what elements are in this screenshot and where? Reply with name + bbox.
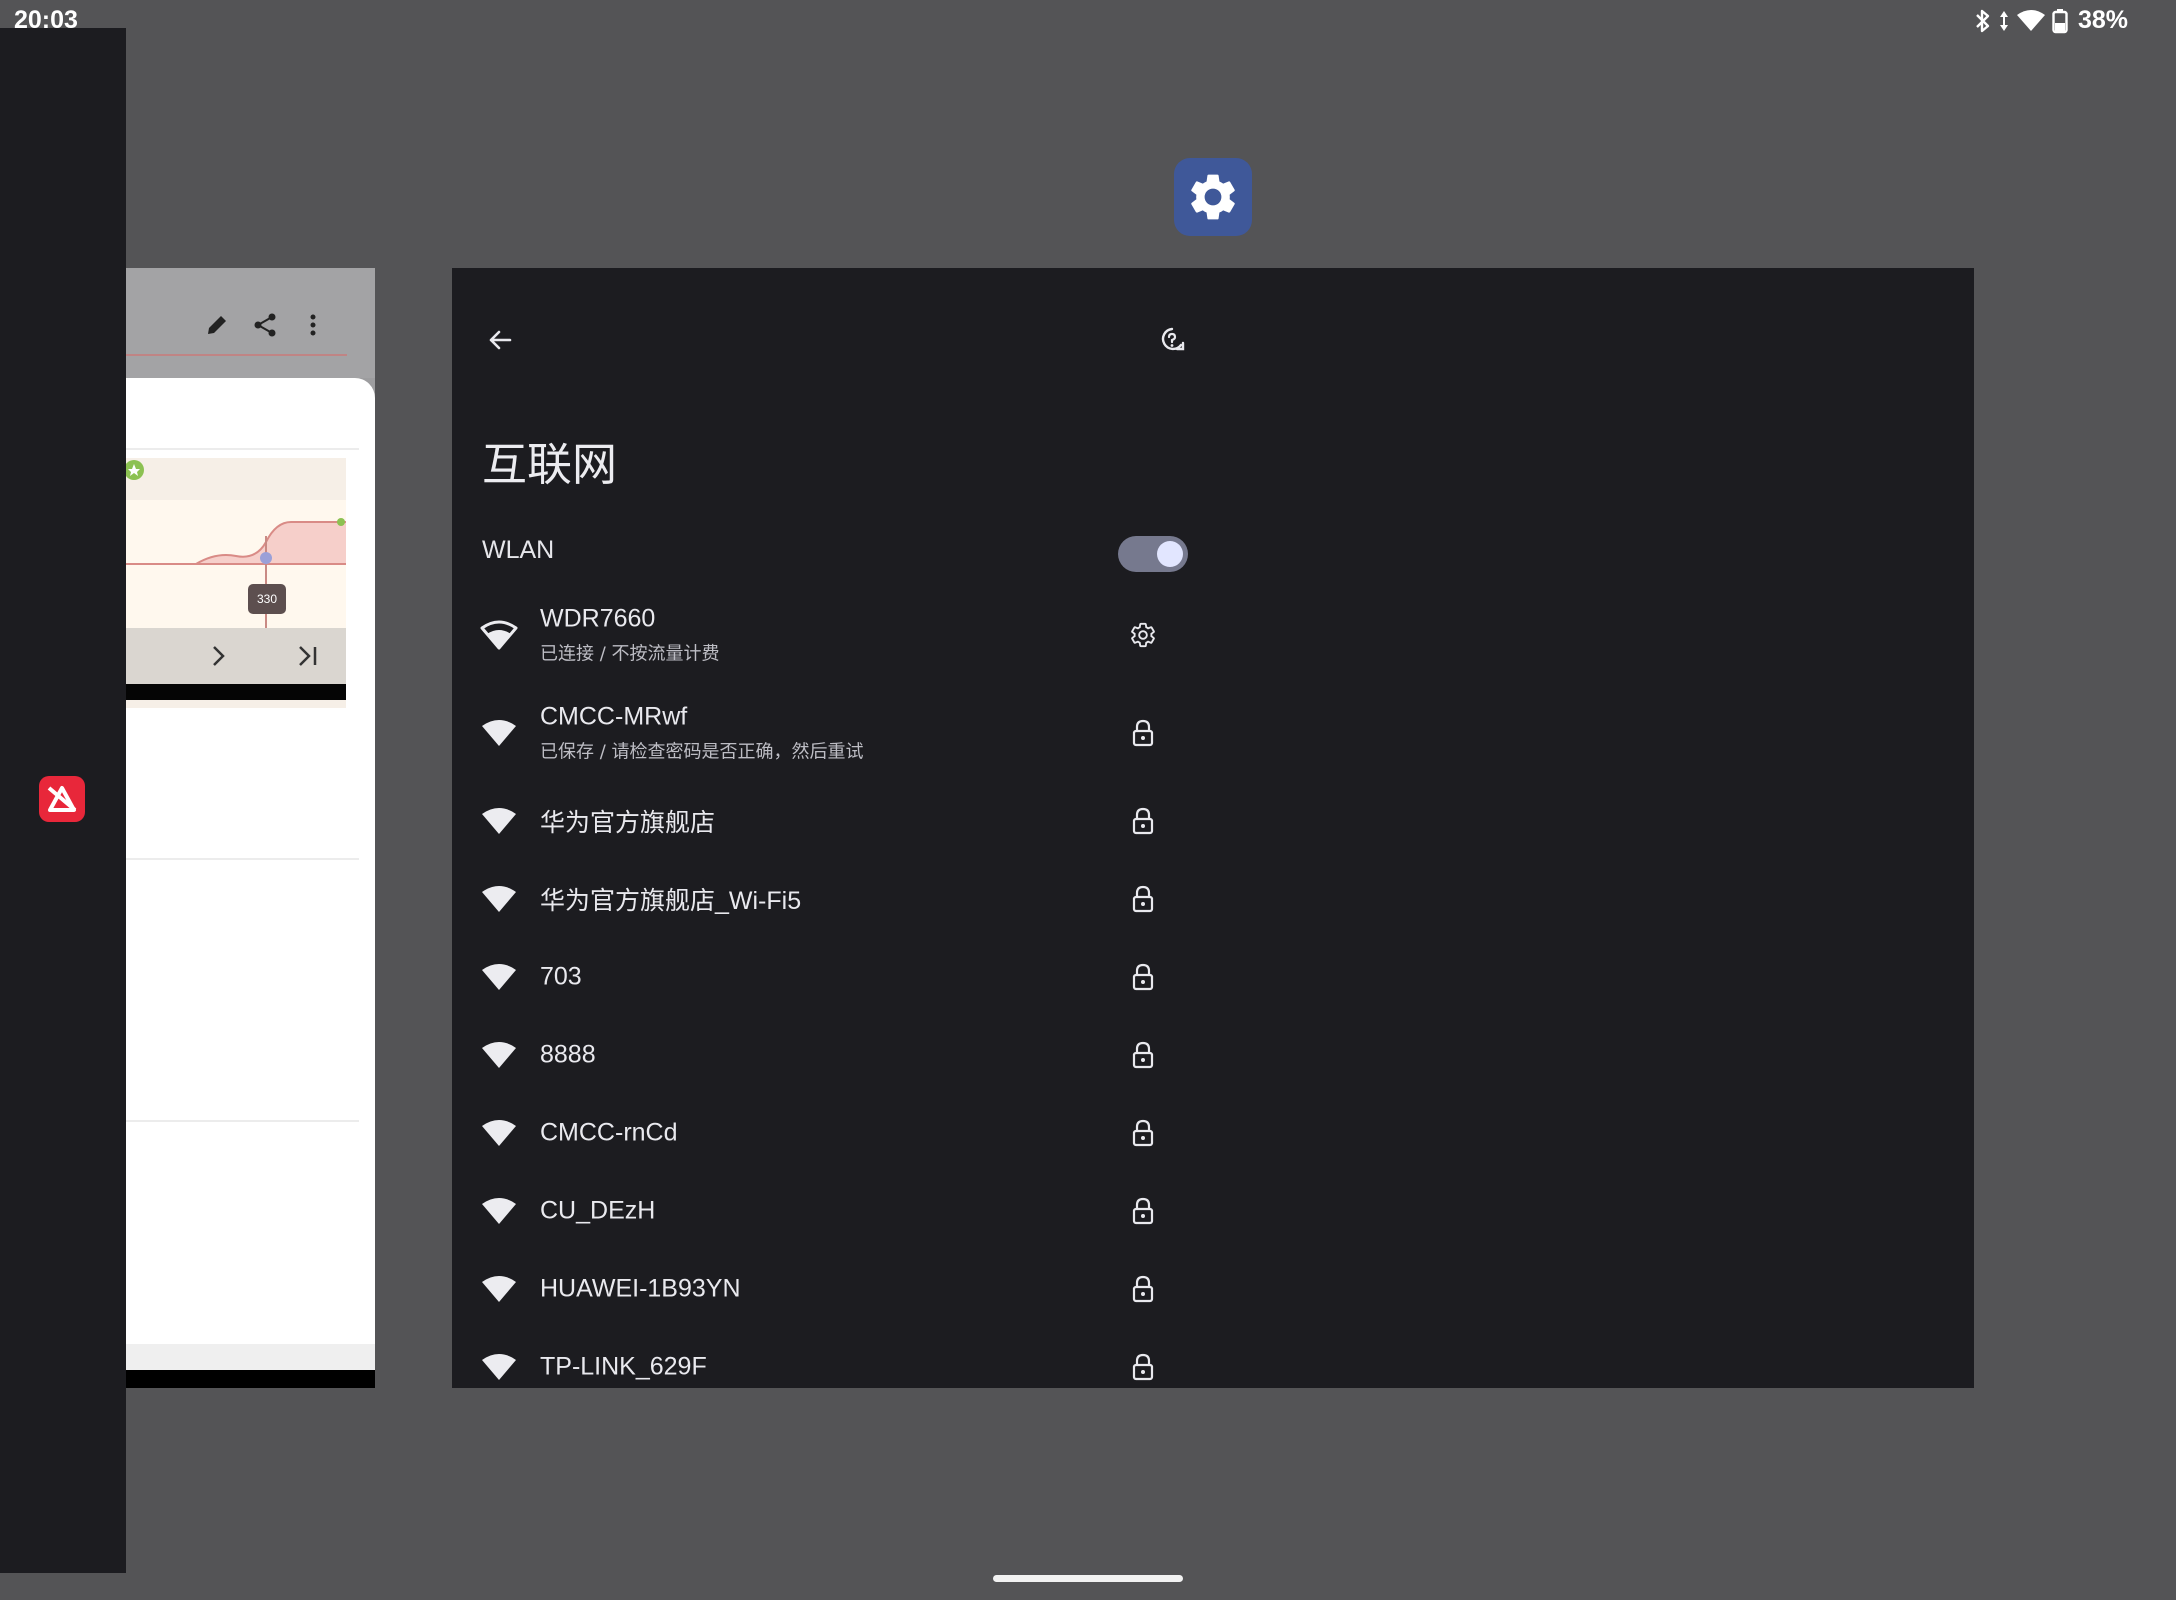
arrow-left-icon <box>489 330 512 350</box>
sheet-divider <box>126 1120 359 1122</box>
lock-icon <box>1128 1274 1158 1304</box>
network-item[interactable]: 8888 <box>452 1016 1212 1094</box>
network-name: 华为官方旗舰店 <box>540 809 716 837</box>
sheet-divider <box>126 448 359 450</box>
network-name: 703 <box>540 962 582 991</box>
card-nav-bar <box>126 1370 375 1388</box>
network-status: 已连接 / 不按流量计费 <box>540 643 720 665</box>
wifi-signal-icon <box>480 1195 518 1227</box>
settings-window: 互联网 WLAN WDR7660 已连接 / 不按流量计费 CMCC-MRwf … <box>452 268 1974 1388</box>
network-text: WDR7660 已连接 / 不按流量计费 <box>540 605 720 666</box>
back-button[interactable] <box>480 320 520 360</box>
lock-icon <box>1128 1040 1158 1070</box>
gesture-nav-bar[interactable] <box>993 1575 1183 1582</box>
more-vert-icon[interactable] <box>298 310 328 340</box>
wlan-toggle-row[interactable]: WLAN <box>452 520 1212 584</box>
network-text: 华为官方旗舰店_Wi-Fi5 <box>540 881 801 917</box>
wifi-signal-icon <box>480 1273 518 1305</box>
network-item[interactable]: CMCC-MRwf 已保存 / 请检查密码是否正确，然后重试 <box>452 684 1212 782</box>
network-name: WDR7660 <box>540 604 656 633</box>
network-name: CMCC-rnCd <box>540 1118 678 1147</box>
wifi-signal-icon <box>480 1351 518 1383</box>
wlan-switch[interactable] <box>1118 536 1188 572</box>
network-list: WDR7660 已连接 / 不按流量计费 CMCC-MRwf 已保存 / 请检查… <box>452 586 1212 1388</box>
wifi-signal-icon <box>480 883 518 915</box>
network-text: HUAWEI-1B93YN <box>540 1275 741 1304</box>
network-name: 8888 <box>540 1040 596 1069</box>
wifi-signal-icon <box>480 1117 518 1149</box>
pencil-icon[interactable] <box>202 310 232 340</box>
network-item[interactable]: WDR7660 已连接 / 不按流量计费 <box>452 586 1212 684</box>
chart-plot <box>126 500 346 628</box>
lock-icon <box>1128 1196 1158 1226</box>
sheet-divider <box>126 858 359 860</box>
network-item[interactable]: 华为官方旗舰店 <box>452 782 1212 860</box>
wifi-signal-icon <box>480 961 518 993</box>
bluetooth-icon <box>1974 8 1992 34</box>
network-name: HUAWEI-1B93YN <box>540 1274 741 1303</box>
chart-nav <box>126 628 346 684</box>
share-icon[interactable] <box>250 310 280 340</box>
network-name: CMCC-MRwf <box>540 702 688 731</box>
network-text: 8888 <box>540 1041 596 1070</box>
wifi-icon <box>2016 9 2046 33</box>
network-item[interactable]: TP-LINK_629F <box>452 1328 1212 1388</box>
status-icons: 38% <box>1974 6 2128 35</box>
page-title: 互联网 <box>482 438 618 491</box>
network-name: 华为官方旗舰店_Wi-Fi5 <box>540 887 802 915</box>
network-item[interactable]: HUAWEI-1B93YN <box>452 1250 1212 1328</box>
wlan-label: WLAN <box>482 536 555 564</box>
network-item[interactable]: 华为官方旗舰店_Wi-Fi5 <box>452 860 1212 938</box>
chart-tooltip: 330 <box>248 584 286 614</box>
app-logo-icon <box>47 786 77 812</box>
network-item[interactable]: 703 <box>452 938 1212 1016</box>
bottom-sheet: 330 <box>126 378 375 1378</box>
skip-end-icon[interactable] <box>294 642 322 670</box>
settings-app-icon[interactable] <box>1174 158 1252 236</box>
gear-icon <box>1131 622 1155 648</box>
lock-icon <box>1128 1352 1158 1382</box>
taskbar-app-icon[interactable] <box>39 776 85 822</box>
network-text: 703 <box>540 963 582 992</box>
wifi-signal-icon <box>480 805 518 837</box>
card-bottom-bar <box>126 1344 375 1370</box>
network-item[interactable]: CU_DEzH <box>452 1172 1212 1250</box>
chart-line <box>126 518 346 628</box>
recent-app-card[interactable]: 330 <box>126 268 375 1388</box>
star-badge-icon <box>126 460 144 480</box>
wifi-signal-icon <box>480 717 518 749</box>
network-text: CMCC-rnCd <box>540 1119 678 1148</box>
network-item[interactable]: CMCC-rnCd <box>452 1094 1212 1172</box>
toolbar-divider <box>126 354 347 356</box>
card-toolbar <box>126 268 375 378</box>
help-feedback-icon <box>1161 327 1185 351</box>
data-arrows-icon <box>1998 9 2010 33</box>
lock-icon <box>1128 962 1158 992</box>
battery-icon <box>2052 8 2068 34</box>
network-settings-button[interactable] <box>1128 620 1158 650</box>
network-name: CU_DEzH <box>540 1196 656 1225</box>
network-text: TP-LINK_629F <box>540 1353 707 1382</box>
chart-bottom-bar <box>126 684 346 700</box>
wlan-switch-knob <box>1157 541 1183 567</box>
lock-icon <box>1128 884 1158 914</box>
wifi-signal-icon <box>480 619 518 651</box>
network-text: CU_DEzH <box>540 1197 655 1226</box>
lock-icon <box>1128 1118 1158 1148</box>
gear-icon <box>1191 174 1235 220</box>
chevron-right-icon[interactable] <box>206 642 230 670</box>
network-text: 华为官方旗舰店 <box>540 803 715 839</box>
network-status: 已保存 / 请检查密码是否正确，然后重试 <box>540 741 864 763</box>
help-button[interactable] <box>1152 320 1192 360</box>
lock-icon <box>1128 718 1158 748</box>
wifi-signal-icon <box>480 1039 518 1071</box>
lock-icon <box>1128 806 1158 836</box>
battery-percent: 38% <box>2077 6 2128 34</box>
network-name: TP-LINK_629F <box>540 1352 707 1381</box>
network-text: CMCC-MRwf 已保存 / 请检查密码是否正确，然后重试 <box>540 703 864 764</box>
